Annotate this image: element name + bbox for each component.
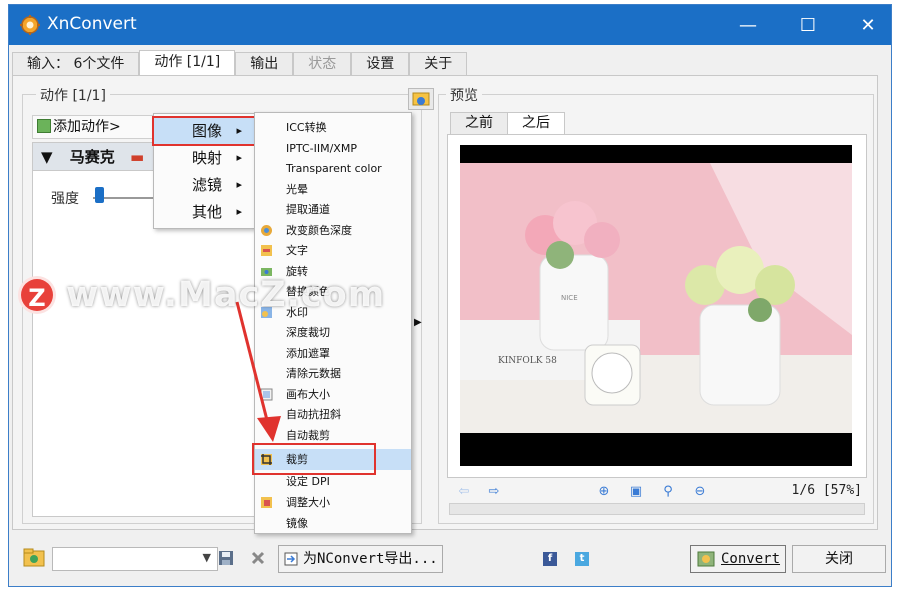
zoom-out-icon[interactable]: ⊖ — [692, 484, 708, 500]
close-window-button[interactable]: ✕ — [845, 5, 891, 45]
menu-item-halo[interactable]: 光晕 — [255, 179, 411, 200]
watermark: Z www.MacZ.com — [18, 275, 385, 315]
image-icon — [412, 92, 430, 106]
main-tabs: 输入： 6个文件 动作 [1/1] 输出 状态 设置 关于 — [12, 50, 468, 76]
preview-group-label: 预览 — [446, 85, 482, 105]
menu-item-image[interactable]: 图像 ▸ — [152, 116, 256, 146]
title-bar: XnConvert — ☐ ✕ — [9, 5, 891, 45]
menu-item-resize[interactable]: 调整大小 — [255, 492, 411, 513]
tab-actions[interactable]: 动作 [1/1] — [139, 50, 236, 76]
facebook-icon[interactable]: f — [543, 552, 557, 566]
red-arrow-icon — [235, 301, 281, 442]
action-name: 马赛克 — [69, 148, 115, 166]
remove-action-icon[interactable]: ▬ — [130, 148, 144, 166]
menu-item-mirror[interactable]: 镜像 — [255, 513, 411, 534]
strength-label: 强度 — [51, 191, 79, 207]
zoom-in-icon[interactable]: ⊕ — [596, 484, 612, 500]
add-action-menu: 图像 ▸ 映射 ▸ 滤镜 ▸ 其他 ▸ — [152, 113, 256, 229]
menu-item-icc[interactable]: ICC转换 — [255, 117, 411, 138]
tab-status[interactable]: 状态 — [293, 52, 352, 76]
preview-scrollbar[interactable] — [449, 503, 865, 515]
watermark-logo-icon: Z — [18, 276, 56, 314]
submenu-arrow-icon: ▸ — [236, 124, 242, 137]
convert-label: Convert — [721, 551, 781, 567]
menu-item-image-label: 图像 — [192, 122, 223, 140]
open-folder-icon[interactable] — [22, 547, 46, 569]
preview-toolbar: ⇦ ⇨ ⊕ ▣ ⚲ ⊖ 1/6 [57%] — [450, 481, 868, 503]
submenu-arrow-icon: ▸ — [236, 151, 242, 164]
fit-window-icon[interactable]: ▣ — [628, 484, 644, 500]
preview-image: KINFOLK 58 NICE — [460, 145, 852, 466]
resize-icon — [261, 497, 272, 508]
menu-item-resize-label: 调整大小 — [286, 496, 330, 509]
menu-item-color-depth[interactable]: 改变颜色深度 — [255, 220, 411, 241]
vase-label: NICE — [561, 294, 578, 302]
tab-before[interactable]: 之前 — [450, 112, 508, 134]
minimize-button[interactable]: — — [725, 5, 771, 45]
save-preset-button[interactable] — [214, 547, 238, 569]
menu-item-other[interactable]: 其他 ▸ — [154, 199, 254, 225]
window-title: XnConvert — [47, 14, 137, 34]
color-depth-icon — [261, 224, 272, 236]
collapse-icon[interactable]: ▼ — [41, 148, 53, 166]
actions-group-label: 动作 [1/1] — [36, 85, 110, 105]
menu-item-text[interactable]: 文字 — [255, 240, 411, 261]
export-icon — [284, 552, 298, 566]
submenu-arrow-icon: ▸ — [236, 178, 242, 191]
delete-preset-button[interactable] — [246, 547, 270, 569]
delete-icon — [251, 551, 265, 565]
submenu-arrow-icon: ▸ — [236, 205, 242, 218]
menu-item-color-depth-label: 改变颜色深度 — [286, 223, 352, 237]
menu-item-map-label: 映射 — [192, 149, 223, 167]
menu-item-filter-label: 滤镜 — [192, 176, 223, 194]
menu-item-transparent-color[interactable]: Transparent color — [255, 158, 411, 179]
export-nconvert-label: 为NConvert导出... — [303, 551, 438, 567]
preview-tabs: 之前 之后 — [450, 112, 565, 134]
tab-input[interactable]: 输入： 6个文件 — [12, 52, 140, 76]
tab-about[interactable]: 关于 — [409, 52, 468, 76]
bottom-bar: ▼ 为NConvert导出... f t Convert 关闭 — [12, 540, 886, 578]
export-nconvert-button[interactable]: 为NConvert导出... — [278, 545, 443, 573]
preset-combo[interactable]: ▼ — [52, 547, 218, 571]
tab-output[interactable]: 输出 — [235, 52, 294, 76]
save-icon — [219, 551, 233, 565]
twitter-icon[interactable]: t — [575, 552, 589, 566]
book-title: KINFOLK 58 — [498, 356, 557, 366]
menu-item-canvas-size-label: 画布大小 — [286, 387, 330, 401]
watermark-text: www.MacZ.com — [66, 275, 386, 315]
menu-item-text-label: 文字 — [286, 244, 308, 257]
menu-item-map[interactable]: 映射 ▸ — [154, 145, 254, 171]
menu-item-filter[interactable]: 滤镜 ▸ — [154, 172, 254, 198]
toggle-preview-button[interactable] — [408, 88, 434, 110]
close-button[interactable]: 关闭 — [792, 545, 886, 573]
next-image-icon[interactable]: ⇨ — [486, 484, 502, 500]
maximize-button[interactable]: ☐ — [785, 5, 831, 45]
strength-slider-thumb[interactable] — [95, 187, 104, 203]
tab-settings[interactable]: 设置 — [351, 52, 410, 76]
preview-page-info: 1/6 [57%] — [791, 483, 862, 498]
convert-icon — [697, 551, 715, 567]
text-icon — [261, 245, 272, 256]
add-action-button[interactable]: 添加动作> — [32, 115, 154, 139]
menu-item-extract-channel[interactable]: 提取通道 — [255, 199, 411, 220]
add-action-label: 添加动作> — [53, 119, 121, 135]
menu-item-other-label: 其他 — [192, 203, 223, 221]
xnconvert-icon — [20, 15, 40, 35]
splitter-arrow-icon[interactable]: ▶ — [414, 317, 422, 328]
convert-button[interactable]: Convert — [690, 545, 786, 573]
tab-after[interactable]: 之后 — [507, 112, 565, 134]
prev-image-icon[interactable]: ⇦ — [456, 484, 472, 500]
menu-item-iptc[interactable]: IPTC-IIM/XMP — [255, 138, 411, 159]
zoom-actual-icon[interactable]: ⚲ — [660, 484, 676, 500]
add-action-icon — [37, 119, 51, 133]
chevron-down-icon: ▼ — [202, 551, 211, 564]
